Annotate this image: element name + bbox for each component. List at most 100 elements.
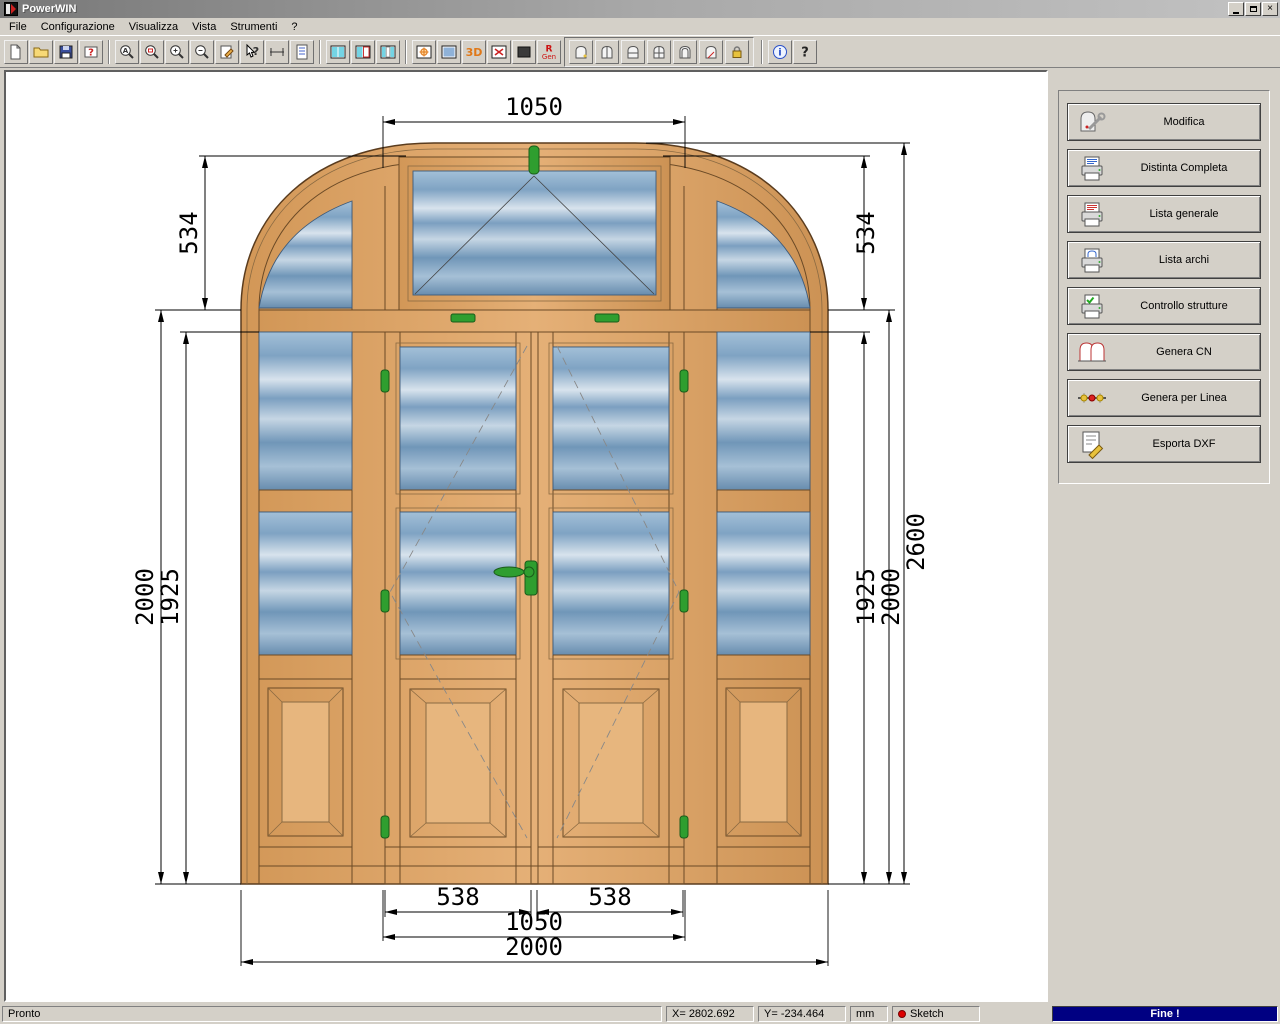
controllo-strutture-button[interactable]: Controllo strutture <box>1067 287 1261 325</box>
zoom-out-button[interactable] <box>190 40 214 64</box>
printer-check-icon <box>1072 291 1112 321</box>
dim-right-outer: 2000 <box>877 568 905 626</box>
toolbar-separator <box>405 40 407 64</box>
menu-configurazione[interactable]: Configurazione <box>34 20 122 34</box>
lista-generale-button[interactable]: Lista generale <box>1067 195 1261 233</box>
zoom-window-button[interactable] <box>140 40 164 64</box>
view-split-a-button[interactable] <box>326 40 350 64</box>
save-icon <box>57 43 75 61</box>
preview-button[interactable] <box>437 40 461 64</box>
toolbar-separator <box>761 40 763 64</box>
main-area: 1050 534 534 2000 1925 1925 2000 2600 53… <box>0 68 1280 1004</box>
command-panel-box: Modifica Distinta Completa <box>1058 90 1270 484</box>
view-split-a-icon <box>329 43 347 61</box>
zoom-in-button[interactable] <box>165 40 189 64</box>
redraw-button[interactable] <box>215 40 239 64</box>
line-stations-icon <box>1072 383 1112 413</box>
application-window: PowerWIN × File Configurazione Visualizz… <box>0 0 1280 1024</box>
svg-text:?: ? <box>253 45 259 58</box>
app-icon <box>4 2 18 16</box>
info-button[interactable]: i <box>768 40 792 64</box>
view-triple-button[interactable] <box>376 40 400 64</box>
menu-strumenti[interactable]: Strumenti <box>223 20 284 34</box>
coordinate-y: Y= -234.464 <box>758 1006 846 1022</box>
close-button[interactable]: × <box>1262 2 1278 16</box>
dim-arc-right: 534 <box>852 211 880 254</box>
new-button[interactable] <box>4 40 28 64</box>
arch-tool-1-button[interactable] <box>569 40 593 64</box>
lock-icon <box>728 43 746 61</box>
arch-tool-3-icon <box>624 43 642 61</box>
modifica-button[interactable]: Modifica <box>1067 103 1261 141</box>
target-view-button[interactable] <box>412 40 436 64</box>
view-split-b-button[interactable] <box>351 40 375 64</box>
open-button[interactable] <box>29 40 53 64</box>
menu-file[interactable]: File <box>2 20 34 34</box>
window-title: PowerWIN <box>22 3 1227 15</box>
genera-per-linea-button[interactable]: Genera per Linea <box>1067 379 1261 417</box>
command-panel: Modifica Distinta Completa <box>1048 68 1280 1004</box>
printer-icon <box>1072 199 1112 229</box>
esporta-dxf-button[interactable]: Esporta DXF <box>1067 425 1261 463</box>
dim-right-inner: 1925 <box>852 568 880 626</box>
title-bar: PowerWIN × <box>0 0 1280 18</box>
toolbar: ? A <box>0 35 1280 68</box>
fine-button[interactable]: Fine ! <box>1052 1006 1278 1022</box>
drawing-canvas[interactable]: 1050 534 534 2000 1925 1925 2000 2600 53… <box>4 70 1048 1002</box>
hinge <box>680 370 688 392</box>
zoom-window-icon <box>143 43 161 61</box>
menu-vista[interactable]: Vista <box>185 20 223 34</box>
arch-tool-4-button[interactable] <box>647 40 671 64</box>
transom-rail[interactable] <box>259 310 810 332</box>
view-3d-button[interactable]: 3D <box>462 40 486 64</box>
lista-generale-label: Lista generale <box>1112 208 1256 220</box>
lock-button[interactable] <box>725 40 749 64</box>
about-help-button[interactable]: ? <box>793 40 817 64</box>
measure-button[interactable] <box>265 40 289 64</box>
arch-tool-2-button[interactable] <box>595 40 619 64</box>
zoom-all-button[interactable]: A <box>115 40 139 64</box>
hinge <box>381 370 389 392</box>
zoom-all-icon: A <box>118 43 136 61</box>
menu-visualizza[interactable]: Visualizza <box>122 20 185 34</box>
preview-icon <box>440 43 458 61</box>
maximize-icon <box>1250 6 1257 12</box>
save-button[interactable] <box>54 40 78 64</box>
about-help-icon: ? <box>796 43 814 61</box>
report-button[interactable] <box>290 40 314 64</box>
zoom-in-icon <box>168 43 186 61</box>
dim-leaf-left: 538 <box>436 883 479 911</box>
svg-text:A: A <box>123 47 129 55</box>
door-drawing[interactable]: 1050 534 534 2000 1925 1925 2000 2600 53… <box>6 72 1046 1000</box>
r-gen-button[interactable]: R Gen <box>537 40 561 64</box>
wrench-arch-icon <box>1072 107 1112 137</box>
hinge <box>381 816 389 838</box>
zoom-out-icon <box>193 43 211 61</box>
door-assembly[interactable] <box>241 143 828 884</box>
genera-cn-button[interactable]: Genera CN <box>1067 333 1261 371</box>
svg-text:i: i <box>778 47 781 58</box>
help-book-button[interactable]: ? <box>79 40 103 64</box>
transom-window[interactable] <box>399 157 670 310</box>
dim-center-width: 1050 <box>505 908 563 936</box>
menu-bar: File Configurazione Visualizza Vista Str… <box>0 18 1280 35</box>
arch-tool-6-button[interactable] <box>699 40 723 64</box>
svg-text:3D: 3D <box>466 46 483 59</box>
units-indicator: mm <box>850 1006 888 1022</box>
arch-tool-5-button[interactable] <box>673 40 697 64</box>
arch-tool-3-button[interactable] <box>621 40 645 64</box>
dark-view-button[interactable] <box>512 40 536 64</box>
maximize-button[interactable] <box>1245 2 1261 16</box>
lista-archi-label: Lista archi <box>1112 254 1256 266</box>
context-help-button[interactable]: ? <box>240 40 264 64</box>
minimize-button[interactable] <box>1228 2 1244 16</box>
lista-archi-button[interactable]: Lista archi <box>1067 241 1261 279</box>
distinta-completa-button[interactable]: Distinta Completa <box>1067 149 1261 187</box>
view-3d-icon: 3D <box>465 43 483 61</box>
menu-help[interactable]: ? <box>284 20 304 34</box>
dim-left-outer: 2000 <box>131 568 159 626</box>
document-pencil-icon <box>1072 429 1112 459</box>
open-icon <box>32 43 50 61</box>
modifica-label: Modifica <box>1112 116 1256 128</box>
close-view-button[interactable] <box>487 40 511 64</box>
